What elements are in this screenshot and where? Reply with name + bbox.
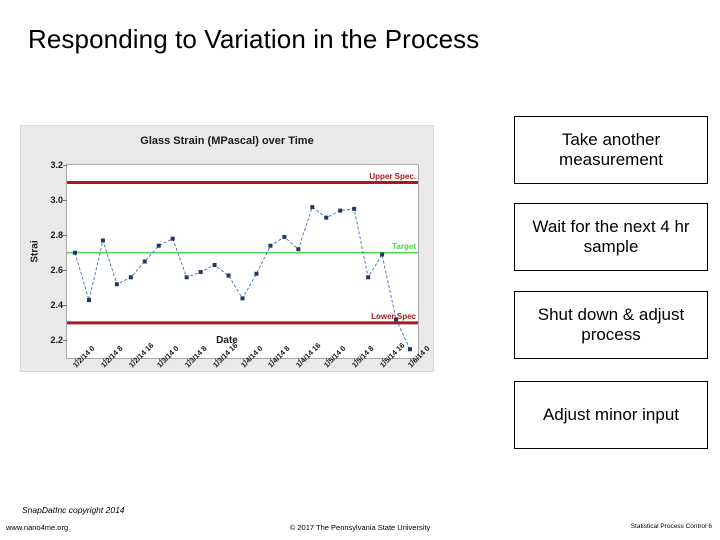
data-point	[114, 282, 119, 287]
data-point	[380, 252, 385, 257]
action-box-shut-down-adjust[interactable]: Shut down & adjust process	[514, 291, 708, 359]
data-point	[366, 275, 371, 280]
data-point	[128, 275, 133, 280]
action-box-adjust-minor-input[interactable]: Adjust minor input	[514, 381, 708, 449]
footer-credit: SnapDatInc copyright 2014	[22, 505, 125, 515]
y-tick-label: 2.4	[50, 300, 63, 311]
data-point	[296, 247, 301, 252]
data-point	[198, 270, 203, 275]
data-point	[338, 208, 343, 213]
y-tick-mark	[63, 235, 67, 237]
y-tick-label: 3.2	[50, 160, 63, 170]
y-tick-mark	[63, 270, 67, 272]
footer-copyright: © 2017 The Pennsylvania State University	[289, 523, 431, 532]
data-point	[184, 275, 189, 280]
reference-label-upper-spec: Upper Spec.	[369, 171, 416, 181]
data-point	[86, 298, 91, 303]
chart-title: Glass Strain (MPascal) over Time	[140, 135, 314, 147]
control-chart-card: Glass Strain (MPascal) over Time Strai 3…	[20, 125, 434, 372]
data-point	[170, 236, 175, 241]
x-axis-label: Date	[216, 335, 238, 346]
y-tick-mark	[63, 200, 67, 202]
data-point	[73, 250, 77, 255]
reference-label-lower-spec: Lower Spec	[371, 311, 416, 321]
action-box-take-another-measurement[interactable]: Take another measurement	[514, 116, 708, 184]
footer-module-label: Statistical Process Control 6	[630, 523, 712, 530]
data-point	[268, 243, 273, 248]
data-point	[240, 296, 245, 301]
y-tick-mark	[63, 165, 67, 166]
y-tick-label: 2.6	[50, 265, 63, 276]
y-tick-mark	[63, 305, 67, 307]
data-point	[212, 263, 217, 268]
y-tick-label: 2.8	[50, 230, 63, 241]
data-point	[142, 259, 147, 264]
page-title: Responding to Variation in the Process	[28, 24, 480, 54]
data-point	[408, 347, 412, 352]
data-point	[282, 234, 287, 239]
y-axis-label: Strai	[29, 240, 41, 263]
data-point	[254, 271, 259, 276]
data-point	[352, 206, 357, 211]
data-point	[310, 205, 315, 210]
plot-area: 3.2 3.0 2.8 2.6 2.4 2.2 1/2/14 0 1/2/14 8 1/2/14…	[50, 160, 431, 369]
plot-svg	[67, 181, 418, 352]
data-point	[156, 243, 161, 248]
data-point	[100, 238, 105, 243]
y-tick-label: 3.0	[50, 195, 63, 206]
data-point	[324, 215, 329, 220]
reference-label-target: Target	[392, 241, 416, 251]
series-line	[74, 206, 411, 350]
action-box-wait-next-sample[interactable]: Wait for the next 4 hr sample	[514, 203, 708, 271]
data-point	[226, 273, 231, 278]
